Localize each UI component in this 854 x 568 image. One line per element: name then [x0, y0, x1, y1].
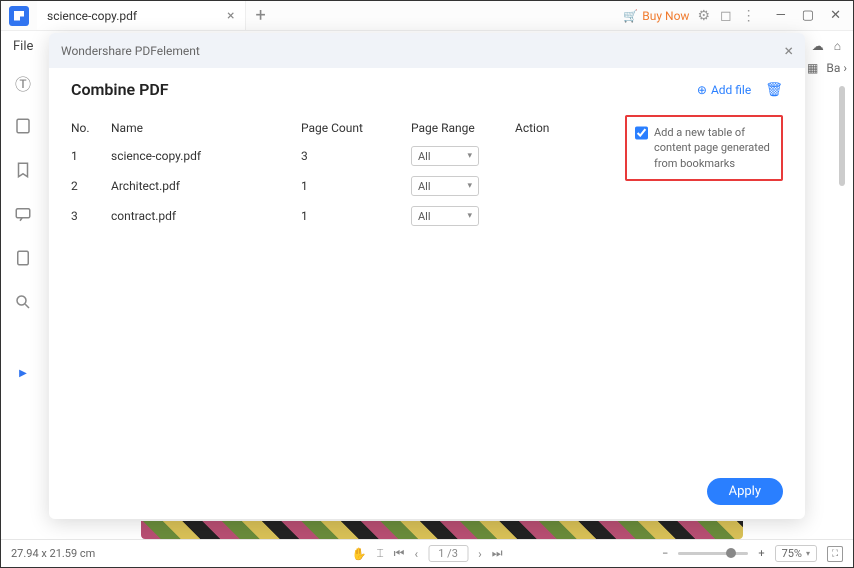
- zoom-select[interactable]: 75%▾: [775, 545, 817, 562]
- col-name: Name: [111, 121, 301, 135]
- chevron-down-icon: ▾: [467, 211, 472, 221]
- window-controls: — ▢ ✕: [764, 8, 853, 23]
- dialog-titlebar: Wondershare PDFelement ×: [49, 33, 805, 68]
- comments-icon[interactable]: [14, 205, 32, 227]
- zoom-out-icon[interactable]: −: [662, 547, 668, 560]
- new-tab-button[interactable]: +: [246, 5, 276, 26]
- table-row[interactable]: 3 contract.pdf 1 All▾: [71, 201, 613, 231]
- more-icon[interactable]: ⋮: [742, 8, 756, 24]
- zoom-in-icon[interactable]: +: [758, 547, 764, 560]
- page-range-select[interactable]: All▾: [411, 146, 479, 166]
- scrollbar[interactable]: [839, 86, 845, 186]
- app-icon: [9, 6, 29, 26]
- page-range-select[interactable]: All▾: [411, 176, 479, 196]
- close-button[interactable]: ✕: [830, 8, 841, 23]
- col-action: Action: [515, 121, 575, 135]
- files-table-header: No. Name Page Count Page Range Action: [71, 115, 613, 141]
- left-rail: Ⓣ ▶: [1, 61, 45, 539]
- document-tab[interactable]: science-copy.pdf ×: [37, 1, 246, 30]
- status-bar: 27.94 x 21.59 cm ✋ ⌶ ⏮ ‹ 1 /3 › ⏭ − + 75…: [1, 539, 853, 567]
- titlebar: science-copy.pdf × + 🛒 Buy Now ⚙ ◻ ⋮ — ▢…: [1, 1, 853, 31]
- dialog-app-name: Wondershare PDFelement: [61, 44, 200, 58]
- text-select-icon[interactable]: Ⓣ: [15, 71, 31, 95]
- bookmarks-icon[interactable]: [14, 161, 32, 183]
- tab-title: science-copy.pdf: [47, 9, 137, 23]
- select-tool-icon[interactable]: ⌶: [376, 546, 383, 561]
- dialog-close-icon[interactable]: ×: [784, 41, 793, 60]
- fit-page-icon[interactable]: ⛶: [827, 546, 843, 562]
- toc-highlight-box: Add a new table of content page generate…: [625, 115, 783, 181]
- table-row[interactable]: 1 science-copy.pdf 3 All▾: [71, 141, 613, 171]
- hand-tool-icon[interactable]: ✋: [352, 547, 367, 561]
- templates-icon[interactable]: ▦: [807, 61, 818, 75]
- dialog-header: Combine PDF ⊕ Add file 🗑: [49, 68, 805, 109]
- page-range-select[interactable]: All▾: [411, 206, 479, 226]
- zoom-slider[interactable]: [678, 552, 748, 555]
- tab-close-icon[interactable]: ×: [227, 8, 234, 24]
- search-icon[interactable]: [14, 293, 32, 315]
- col-page-count: Page Count: [301, 121, 411, 135]
- gift-icon[interactable]: ⚙: [697, 8, 710, 24]
- chevron-down-icon: ▾: [467, 181, 472, 191]
- prev-page-icon[interactable]: ‹: [414, 547, 418, 561]
- chevron-down-icon: ▾: [467, 151, 472, 161]
- menu-file[interactable]: File: [13, 39, 33, 54]
- home-icon[interactable]: ⌂: [834, 39, 841, 53]
- first-page-icon[interactable]: ⏮: [394, 546, 405, 561]
- toc-checkbox[interactable]: [635, 126, 648, 140]
- table-row[interactable]: 2 Architect.pdf 1 All▾: [71, 171, 613, 201]
- plus-circle-icon: ⊕: [697, 83, 707, 97]
- cart-icon: 🛒: [623, 9, 638, 23]
- pager: ✋ ⌶ ⏮ ‹ 1 /3 › ⏭: [352, 545, 503, 562]
- page-dimensions: 27.94 x 21.59 cm: [11, 547, 95, 560]
- chevron-down-icon: ▾: [806, 549, 810, 558]
- delete-icon[interactable]: 🗑: [765, 82, 783, 98]
- col-page-range: Page Range: [411, 121, 515, 135]
- attachments-icon[interactable]: [14, 249, 32, 271]
- page-number-input[interactable]: 1 /3: [428, 545, 468, 562]
- add-file-button[interactable]: ⊕ Add file: [697, 83, 751, 97]
- apply-button[interactable]: Apply: [707, 478, 783, 505]
- last-page-icon[interactable]: ⏭: [492, 546, 503, 561]
- thumbnails-icon[interactable]: [14, 117, 32, 139]
- maximize-button[interactable]: ▢: [802, 8, 814, 23]
- col-no: No.: [71, 121, 111, 135]
- title-icons: ⚙ ◻ ⋮: [697, 8, 755, 24]
- batch-label[interactable]: Ba ›: [826, 61, 847, 75]
- expand-rail-icon[interactable]: ▶: [19, 368, 27, 379]
- dialog-title: Combine PDF: [71, 80, 169, 99]
- toc-checkbox-label: Add a new table of content page generate…: [654, 125, 773, 171]
- toc-option-area: Add a new table of content page generate…: [613, 115, 783, 231]
- dialog-footer: Apply: [49, 464, 805, 519]
- next-page-icon[interactable]: ›: [478, 547, 482, 561]
- minimize-button[interactable]: —: [776, 8, 786, 23]
- cloud-icon[interactable]: ☁: [812, 39, 824, 53]
- combine-pdf-dialog: Wondershare PDFelement × Combine PDF ⊕ A…: [49, 33, 805, 519]
- user-icon[interactable]: ◻: [720, 8, 732, 24]
- zoom-controls: − + 75%▾ ⛶: [662, 545, 843, 562]
- document-preview-peek: [141, 521, 743, 539]
- right-toolbar: ▦ Ba ›: [807, 61, 847, 75]
- buy-now-link[interactable]: 🛒 Buy Now: [623, 9, 689, 23]
- files-area: No. Name Page Count Page Range Action 1 …: [49, 109, 805, 231]
